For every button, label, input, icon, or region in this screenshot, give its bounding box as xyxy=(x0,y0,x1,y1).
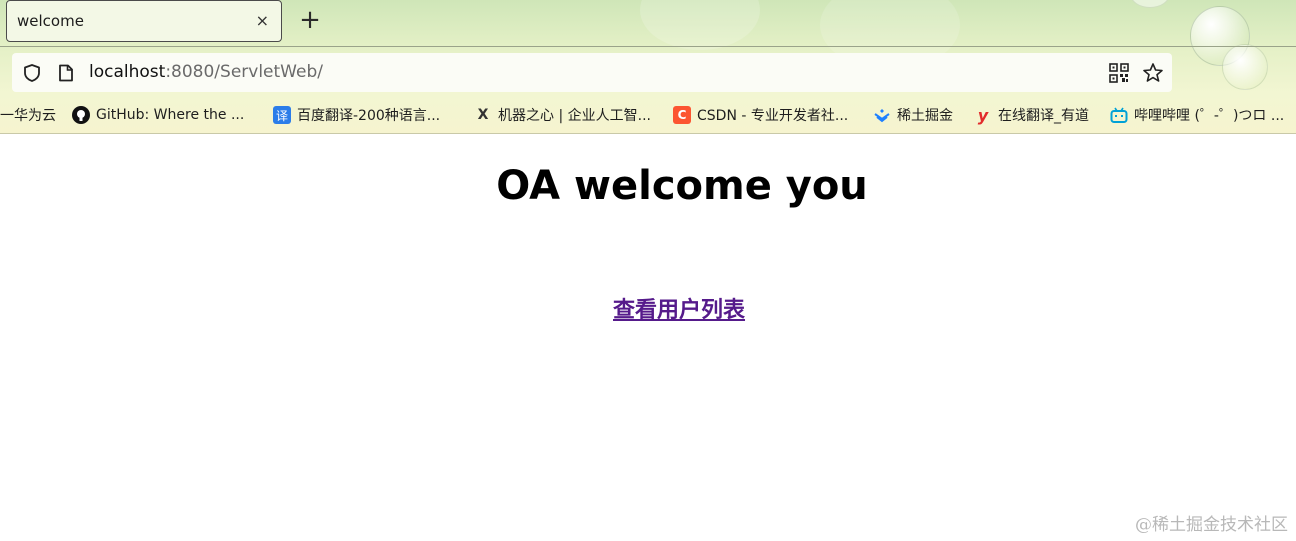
tab-title: welcome xyxy=(17,12,84,30)
tab-welcome[interactable]: welcome × xyxy=(6,0,282,42)
bookmarks-bar: 一华为云 GitHub: Where the ... 译 百度翻译-200种语言… xyxy=(0,100,1296,130)
bookmark-label: 百度翻译-200种语言... xyxy=(297,108,441,124)
tab-strip: welcome × + xyxy=(0,0,1296,47)
github-icon xyxy=(72,106,90,124)
new-tab-button[interactable]: + xyxy=(296,6,324,34)
bookmark-label: 一华为云 xyxy=(0,108,56,124)
juejin-icon xyxy=(873,106,891,124)
theme-bubble xyxy=(1222,44,1268,90)
bookmark-huawei-cloud[interactable]: 一华为云 xyxy=(0,104,56,126)
shield-icon[interactable] xyxy=(22,63,42,87)
qr-code-icon[interactable] xyxy=(1109,63,1129,87)
url-host: localhost xyxy=(89,62,166,82)
url-path: :8080/ServletWeb/ xyxy=(165,62,323,82)
bookmark-youdao[interactable]: y 在线翻译_有道 xyxy=(974,104,1089,126)
browser-chrome: welcome × + localhost:8080/ServletWeb/ 一… xyxy=(0,0,1296,134)
page-content: OA welcome you 查看用户列表 @稀土掘金技术社区 xyxy=(0,135,1296,541)
page-title: OA welcome you xyxy=(496,163,868,209)
close-icon[interactable]: × xyxy=(256,11,269,31)
address-bar[interactable]: localhost:8080/ServletWeb/ xyxy=(12,53,1172,92)
bookmark-label: 稀土掘金 xyxy=(897,108,953,124)
bookmark-label: GitHub: Where the ... xyxy=(96,107,245,123)
bookmark-label: 在线翻译_有道 xyxy=(998,108,1089,124)
bookmark-github[interactable]: GitHub: Where the ... xyxy=(72,104,244,126)
bookmark-csdn[interactable]: C CSDN - 专业开发者社... xyxy=(673,104,848,126)
bookmark-bilibili[interactable]: 哔哩哔哩 (゜-゜)つロ ... xyxy=(1110,104,1284,126)
url-text[interactable]: localhost:8080/ServletWeb/ xyxy=(89,62,323,82)
jiqizhixin-icon: X xyxy=(477,107,489,123)
youdao-icon: y xyxy=(977,105,989,125)
bilibili-icon xyxy=(1110,106,1128,124)
watermark: @稀土掘金技术社区 xyxy=(1135,515,1288,535)
bookmark-label: 哔哩哔哩 (゜-゜)つロ ... xyxy=(1134,108,1285,124)
baidu-translate-icon: 译 xyxy=(273,106,291,124)
bookmark-label: CSDN - 专业开发者社... xyxy=(697,108,849,124)
user-list-link[interactable]: 查看用户列表 xyxy=(613,292,745,324)
page-icon xyxy=(58,64,74,86)
bookmark-label: 机器之心 | 企业人工智... xyxy=(498,108,651,124)
bookmark-baidu-translate[interactable]: 译 百度翻译-200种语言... xyxy=(273,104,440,126)
bookmark-jiqizhixin[interactable]: X 机器之心 | 企业人工智... xyxy=(474,104,651,126)
bookmark-juejin[interactable]: 稀土掘金 xyxy=(873,104,953,126)
bookmark-star-icon[interactable] xyxy=(1142,62,1164,88)
csdn-icon: C xyxy=(673,106,691,124)
